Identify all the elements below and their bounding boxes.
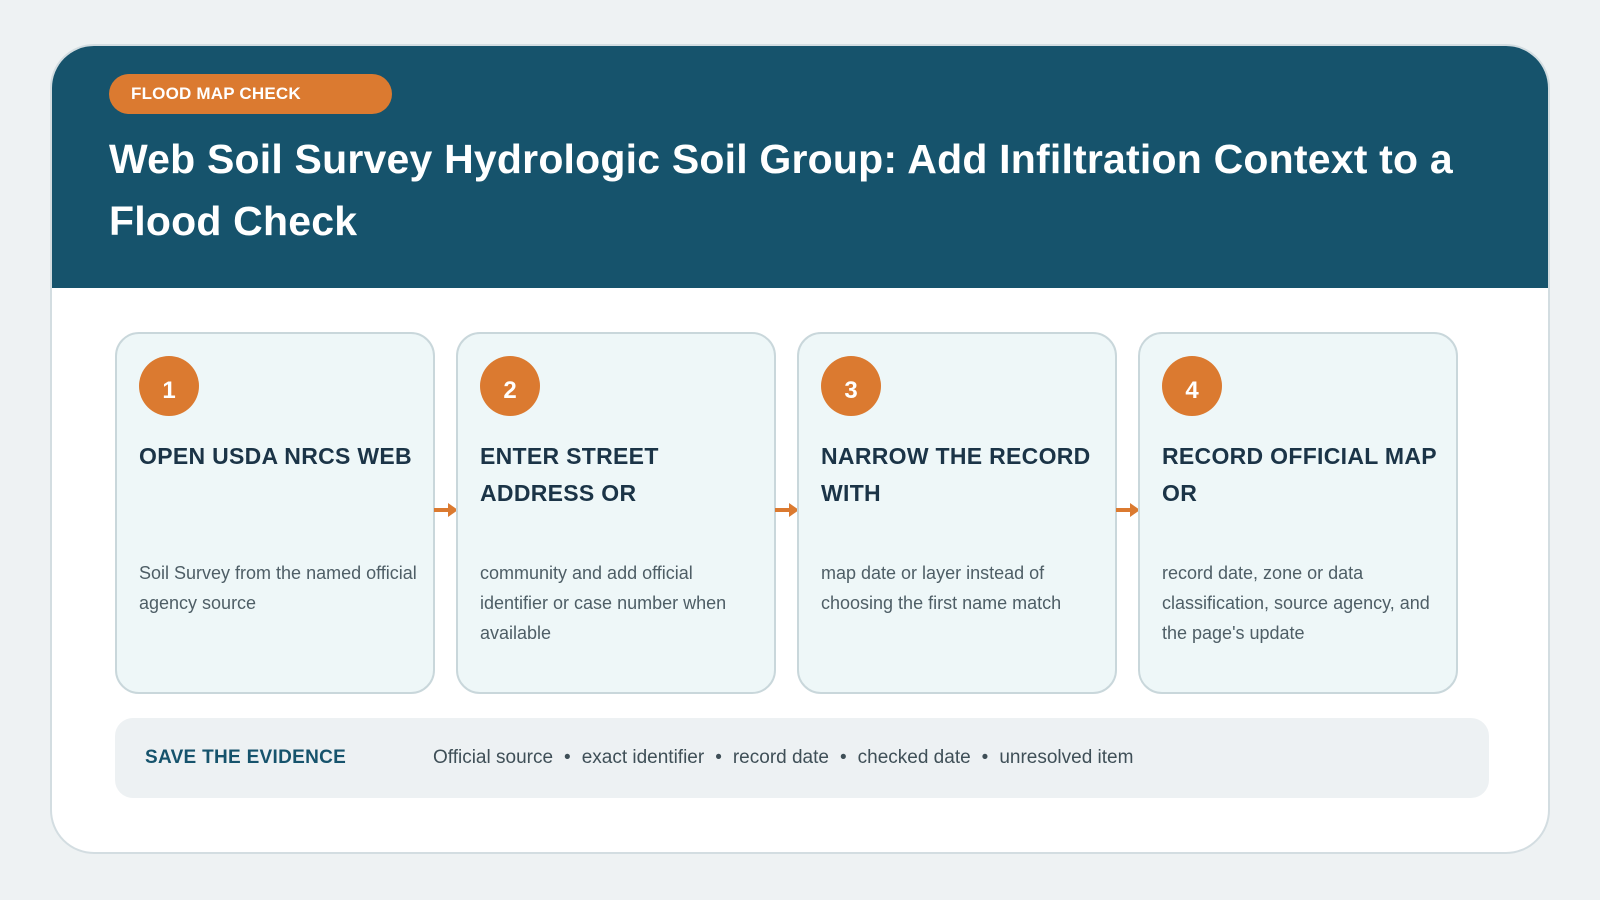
flow-card: FLOOD MAP CHECK Web Soil Survey Hydrolog… <box>50 44 1550 854</box>
header-banner: FLOOD MAP CHECK Web Soil Survey Hydrolog… <box>52 46 1548 288</box>
evidence-label: SAVE THE EVIDENCE <box>145 747 347 768</box>
step-card-4: 4 RECORD OFFICIAL MAP OR record date, zo… <box>1138 332 1458 694</box>
bullet-separator: • <box>981 747 989 768</box>
step-number-badge: 4 <box>1162 356 1222 416</box>
evidence-items: Official source • exact identifier • record … <box>433 718 1133 798</box>
step-card-2: 2 ENTER STREET ADDRESS OR community and … <box>456 332 776 694</box>
step-card-1: 1 OPEN USDA NRCS WEB Soil Survey from th… <box>115 332 435 694</box>
evidence-item: unresolved item <box>999 747 1134 768</box>
step-description: map date or layer instead of choosing th… <box>821 563 1062 613</box>
step-title: RECORD OFFICIAL MAP OR <box>1162 443 1437 506</box>
step-number-badge: 2 <box>480 356 540 416</box>
bullet-separator: • <box>839 747 847 768</box>
step-description: Soil Survey from the named official agen… <box>139 563 417 613</box>
step-title: NARROW THE RECORD WITH <box>821 443 1091 506</box>
category-badge: FLOOD MAP CHECK <box>109 74 392 114</box>
step-description: community and add official identifier or… <box>480 563 727 643</box>
step-number-badge: 3 <box>821 356 881 416</box>
step-title: ENTER STREET ADDRESS OR <box>480 443 659 506</box>
step-card-3: 3 NARROW THE RECORD WITH map date or lay… <box>797 332 1117 694</box>
evidence-item: checked date <box>857 747 971 768</box>
step-description: record date, zone or data classification… <box>1162 563 1430 643</box>
bullet-separator: • <box>564 747 571 768</box>
evidence-item: Official source <box>433 747 554 768</box>
evidence-item: record date <box>732 747 829 768</box>
step-title: OPEN USDA NRCS WEB <box>139 443 412 469</box>
evidence-bar: SAVE THE EVIDENCE Official source • exact … <box>115 718 1489 798</box>
evidence-item: exact identifier <box>581 747 705 768</box>
step-number-badge: 1 <box>139 356 199 416</box>
page-title: Web Soil Survey Hydrologic Soil Group: A… <box>109 136 1453 244</box>
bullet-separator: • <box>715 747 722 768</box>
